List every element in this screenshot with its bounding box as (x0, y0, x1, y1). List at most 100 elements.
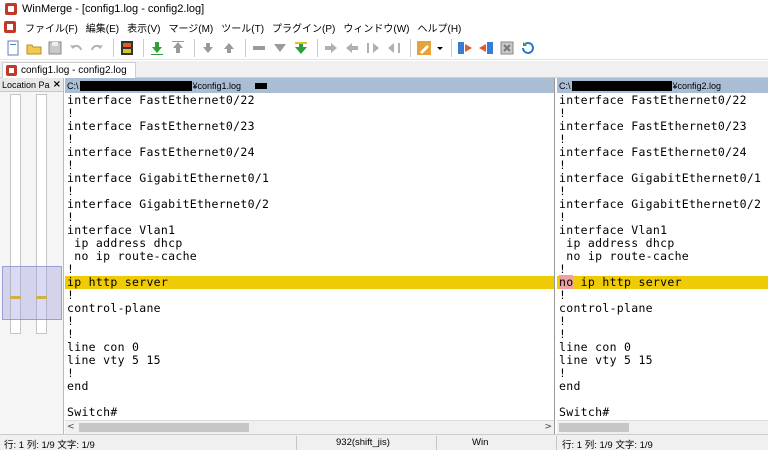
menu-file[interactable]: ファイル(F) (21, 20, 82, 35)
text-line[interactable]: ! (65, 367, 554, 380)
text-line[interactable]: control-plane (65, 302, 554, 315)
scroll-right-icon[interactable]: > (544, 422, 552, 432)
text-line[interactable]: ! (557, 367, 768, 380)
text-line[interactable]: interface GigabitEthernet0/1 (557, 172, 768, 185)
scroll-thumb[interactable] (559, 423, 629, 432)
copy-right-icon[interactable] (292, 39, 310, 57)
text-line[interactable]: end (557, 380, 768, 393)
location-pane: Location Pa × (0, 78, 64, 434)
status-separator (436, 436, 437, 450)
text-line[interactable] (65, 393, 554, 406)
left-file-pane[interactable]: C:\ ¥config1.log interface FastEthernet0… (65, 78, 555, 434)
text-line[interactable]: no ip route-cache (65, 250, 554, 263)
options-icon[interactable] (415, 39, 433, 57)
toolbar-separator (317, 38, 318, 57)
text-line[interactable]: ! (65, 315, 554, 328)
text-line[interactable]: interface FastEthernet0/24 (65, 146, 554, 159)
title-bar: WinMerge - [config1.log - config2.log] (0, 0, 768, 18)
redo-icon[interactable] (88, 39, 106, 57)
copy-right-advance-icon[interactable] (343, 39, 361, 57)
text-line[interactable]: end (65, 380, 554, 393)
left-horizontal-scrollbar[interactable]: < > (65, 420, 554, 434)
open-folder-icon[interactable] (25, 39, 43, 57)
save-icon[interactable] (46, 39, 64, 57)
text-line[interactable]: ip http server (65, 276, 554, 289)
toolbar-separator (245, 38, 246, 57)
merge-icon[interactable] (477, 39, 495, 57)
text-line[interactable]: interface FastEthernet0/23 (65, 120, 554, 133)
document-tab-bar: config1.log - config2.log (0, 61, 768, 78)
scroll-thumb[interactable] (79, 423, 249, 432)
winmerge-app-icon[interactable] (4, 2, 18, 16)
new-document-icon[interactable] (4, 39, 22, 57)
text-line[interactable]: ! (557, 315, 768, 328)
first-diff-icon[interactable] (199, 39, 217, 57)
text-line[interactable]: interface FastEthernet0/23 (557, 120, 768, 133)
copy-left-icon[interactable] (322, 39, 340, 57)
next-diff-icon[interactable] (148, 39, 166, 57)
stop-icon[interactable] (498, 39, 516, 57)
close-icon[interactable]: × (53, 79, 61, 90)
status-separator (556, 436, 557, 450)
menu-merge[interactable]: マージ(M) (164, 20, 217, 35)
text-line[interactable]: interface FastEthernet0/22 (557, 94, 768, 107)
text-line[interactable]: interface GigabitEthernet0/2 (65, 198, 554, 211)
right-cursor-position: 行: 1 列: 1/9 文字: 1/9 (562, 440, 653, 450)
copy-left-advance-icon[interactable] (364, 39, 382, 57)
text-line[interactable]: line vty 5 15 (65, 354, 554, 367)
location-viewport[interactable] (2, 266, 62, 320)
refresh-icon[interactable] (519, 39, 537, 57)
text-line[interactable]: interface FastEthernet0/24 (557, 146, 768, 159)
filmstrip-icon[interactable] (118, 39, 136, 57)
eol-indicator: Win (472, 437, 489, 448)
undo-icon[interactable] (67, 39, 85, 57)
right-text-content[interactable]: interface FastEthernet0/22! interface Fas… (557, 94, 768, 419)
left-text-content[interactable]: interface FastEthernet0/22! interface Fas… (65, 94, 554, 419)
encoding-indicator: 932(shift_jis) (336, 437, 390, 448)
menu-window[interactable]: ウィンドウ(W) (339, 20, 413, 35)
text-line[interactable]: interface FastEthernet0/22 (65, 94, 554, 107)
right-path-prefix: C:\ (559, 80, 571, 91)
left-file-name: ¥config1.log (192, 80, 242, 91)
text-line[interactable]: Switch# (65, 406, 554, 419)
current-diff-icon[interactable] (250, 39, 268, 57)
right-horizontal-scrollbar[interactable] (557, 420, 768, 434)
menu-edit[interactable]: 編集(E) (82, 20, 123, 35)
text-line[interactable]: no ip route-cache (557, 250, 768, 263)
redacted-path (79, 80, 192, 91)
last-diff-icon[interactable] (220, 39, 238, 57)
status-separator (296, 436, 297, 450)
menu-view[interactable]: 表示(V) (123, 20, 164, 35)
left-path-prefix: C:\ (67, 80, 79, 91)
toolbar (0, 36, 768, 60)
tab-config-compare[interactable]: config1.log - config2.log (2, 62, 136, 78)
dropdown-arrow-icon[interactable] (436, 39, 444, 57)
left-pane-header: C:\ ¥config1.log (65, 78, 554, 93)
text-line[interactable]: control-plane (557, 302, 768, 315)
compare-icon[interactable] (456, 39, 474, 57)
redacted-mark (255, 82, 268, 89)
text-line[interactable]: interface GigabitEthernet0/2 (557, 198, 768, 211)
text-line[interactable]: Switch# (557, 406, 768, 419)
right-file-name: ¥config2.log (672, 80, 722, 91)
text-line[interactable]: line vty 5 15 (557, 354, 768, 367)
menu-bar: ファイル(F) 編集(E) 表示(V) マージ(M) ツール(T) プラグイン(… (0, 18, 768, 36)
toolbar-separator (410, 38, 411, 57)
toolbar-separator (194, 38, 195, 57)
copy-all-right-icon[interactable] (271, 39, 289, 57)
scroll-left-icon[interactable]: < (67, 422, 75, 432)
menu-plugins[interactable]: プラグイン(P) (268, 20, 339, 35)
document-menu-icon[interactable] (3, 20, 17, 34)
toolbar-separator (113, 38, 114, 57)
right-file-pane[interactable]: C:\ ¥config2.log interface FastEthernet0… (557, 78, 768, 434)
toolbar-separator (451, 38, 452, 57)
menu-help[interactable]: ヘルプ(H) (414, 20, 466, 35)
location-pane-title: Location Pa (2, 79, 50, 90)
prev-diff-icon[interactable] (169, 39, 187, 57)
location-pane-header: Location Pa × (0, 78, 63, 92)
text-line[interactable]: interface GigabitEthernet0/1 (65, 172, 554, 185)
all-left-icon[interactable] (385, 39, 403, 57)
tab-label: config1.log - config2.log (21, 65, 127, 76)
text-line[interactable]: no ip http server (557, 275, 768, 289)
menu-tools[interactable]: ツール(T) (217, 20, 268, 35)
